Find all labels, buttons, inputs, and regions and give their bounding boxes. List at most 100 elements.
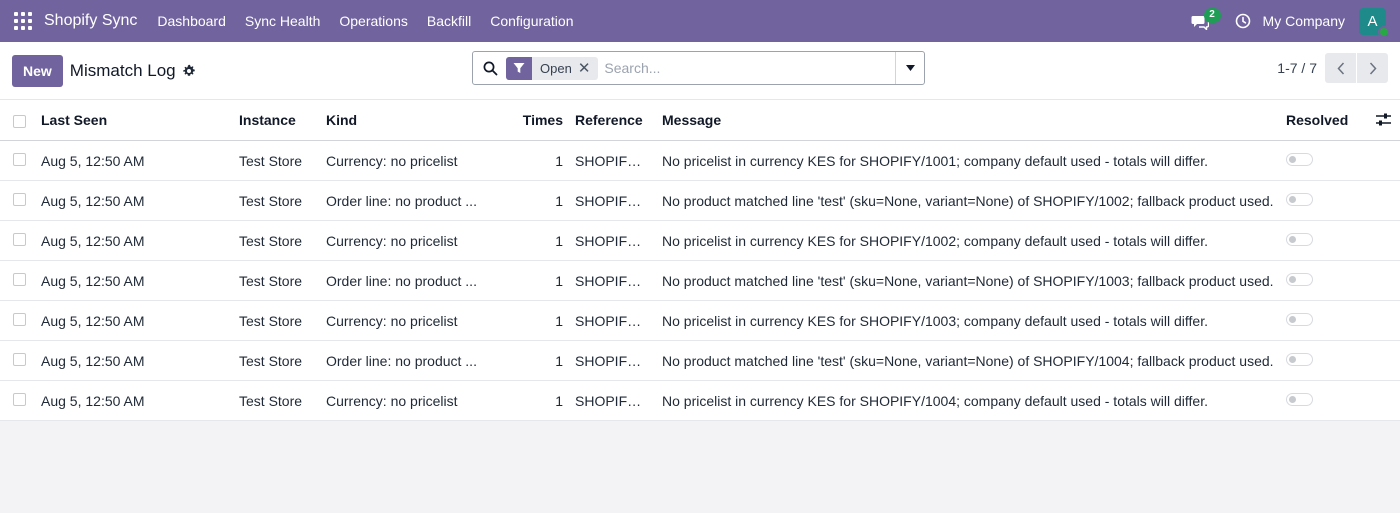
messages-count-badge: 2 bbox=[1203, 8, 1221, 23]
cell-last-seen: Aug 5, 12:50 AM bbox=[35, 300, 233, 341]
cell-times: 1 bbox=[510, 300, 569, 341]
column-header-reference[interactable]: Reference bbox=[569, 100, 656, 141]
cell-message: No pricelist in currency KES for SHOPIFY… bbox=[656, 220, 1280, 261]
column-header-last-seen[interactable]: Last Seen bbox=[35, 100, 233, 141]
main-menu: Dashboard Sync Health Operations Backfil… bbox=[157, 13, 573, 29]
column-header-message[interactable]: Message bbox=[656, 100, 1280, 141]
cell-kind: Currency: no pricelist bbox=[320, 140, 510, 181]
search-bar: Open ✕ bbox=[472, 51, 925, 85]
cell-last-seen: Aug 5, 12:50 AM bbox=[35, 140, 233, 181]
table-row[interactable]: Aug 5, 12:50 AM Test Store Currency: no pr… bbox=[0, 300, 1400, 341]
cell-last-seen: Aug 5, 12:50 AM bbox=[35, 340, 233, 381]
cell-reference: SHOPIFY/... bbox=[569, 300, 656, 341]
cell-reference: SHOPIFY/... bbox=[569, 180, 656, 221]
resolved-toggle[interactable] bbox=[1286, 312, 1313, 326]
cell-message: No product matched line 'test' (sku=None… bbox=[656, 260, 1280, 301]
cell-reference: SHOPIFY/... bbox=[569, 220, 656, 261]
table-row[interactable]: Aug 5, 12:50 AM Test Store Currency: no pr… bbox=[0, 220, 1400, 261]
table-row[interactable]: Aug 5, 12:50 AM Test Store Currency: no pr… bbox=[0, 140, 1400, 181]
facet-label: Open bbox=[540, 60, 572, 76]
row-checkbox[interactable] bbox=[13, 392, 26, 406]
user-avatar[interactable]: A bbox=[1359, 7, 1390, 38]
cell-kind: Currency: no pricelist bbox=[320, 380, 510, 421]
cell-times: 1 bbox=[510, 340, 569, 381]
cell-instance: Test Store bbox=[233, 300, 320, 341]
clock-icon[interactable] bbox=[1235, 13, 1251, 29]
menu-item-sync-health[interactable]: Sync Health bbox=[245, 13, 320, 29]
new-button[interactable]: New bbox=[12, 54, 63, 87]
cell-instance: Test Store bbox=[233, 180, 320, 221]
cell-reference: SHOPIFY/... bbox=[569, 140, 656, 181]
list-view: Last Seen Instance Kind Times Reference … bbox=[0, 100, 1400, 421]
avatar-letter: A bbox=[1367, 12, 1378, 30]
menu-item-dashboard[interactable]: Dashboard bbox=[157, 13, 226, 29]
table-row[interactable]: Aug 5, 12:50 AM Test Store Currency: no pr… bbox=[0, 380, 1400, 421]
cell-message: No product matched line 'test' (sku=None… bbox=[656, 340, 1280, 381]
filter-icon bbox=[506, 56, 532, 80]
control-panel: New Mismatch Log Open ✕ 1-7 / 7 bbox=[0, 42, 1400, 100]
row-checkbox[interactable] bbox=[13, 232, 26, 246]
cell-message: No pricelist in currency KES for SHOPIFY… bbox=[656, 140, 1280, 181]
cell-instance: Test Store bbox=[233, 340, 320, 381]
search-options-toggle[interactable] bbox=[895, 52, 924, 84]
search-icon bbox=[483, 61, 498, 76]
pager-next-button[interactable] bbox=[1357, 53, 1388, 83]
resolved-toggle[interactable] bbox=[1286, 192, 1313, 206]
menu-item-configuration[interactable]: Configuration bbox=[490, 13, 573, 29]
cell-reference: SHOPIFY/... bbox=[569, 260, 656, 301]
sliders-icon[interactable] bbox=[1373, 113, 1394, 126]
filter-facet-open: Open ✕ bbox=[506, 56, 599, 80]
caret-down-icon bbox=[905, 65, 915, 71]
app-name[interactable]: Shopify Sync bbox=[44, 12, 137, 30]
cell-instance: Test Store bbox=[233, 220, 320, 261]
resolved-toggle[interactable] bbox=[1286, 352, 1313, 366]
pager-value[interactable]: 1-7 / 7 bbox=[1277, 60, 1317, 76]
cell-kind: Currency: no pricelist bbox=[320, 300, 510, 341]
cell-reference: SHOPIFY/... bbox=[569, 340, 656, 381]
cell-times: 1 bbox=[510, 380, 569, 421]
page-title: Mismatch Log bbox=[69, 60, 176, 80]
row-checkbox[interactable] bbox=[13, 152, 26, 166]
row-checkbox[interactable] bbox=[13, 272, 26, 286]
menu-item-backfill[interactable]: Backfill bbox=[427, 13, 471, 29]
systray: 2 My Company A bbox=[1191, 0, 1400, 42]
table-row[interactable]: Aug 5, 12:50 AM Test Store Order line: no … bbox=[0, 180, 1400, 221]
messages-button[interactable]: 2 bbox=[1191, 8, 1221, 32]
column-header-times[interactable]: Times bbox=[510, 100, 569, 141]
gear-icon[interactable] bbox=[182, 64, 196, 78]
menu-item-operations[interactable]: Operations bbox=[339, 13, 407, 29]
cell-message: No pricelist in currency KES for SHOPIFY… bbox=[656, 380, 1280, 421]
chevron-left-icon bbox=[1336, 61, 1344, 75]
cell-reference: SHOPIFY/... bbox=[569, 380, 656, 421]
cell-last-seen: Aug 5, 12:50 AM bbox=[35, 380, 233, 421]
table-row[interactable]: Aug 5, 12:50 AM Test Store Order line: no … bbox=[0, 340, 1400, 381]
cell-times: 1 bbox=[510, 140, 569, 181]
resolved-toggle[interactable] bbox=[1286, 232, 1313, 246]
mismatch-log-table: Last Seen Instance Kind Times Reference … bbox=[0, 100, 1400, 421]
resolved-toggle[interactable] bbox=[1286, 272, 1313, 286]
column-header-kind[interactable]: Kind bbox=[320, 100, 510, 141]
cell-kind: Currency: no pricelist bbox=[320, 220, 510, 261]
company-switcher[interactable]: My Company bbox=[1263, 13, 1345, 29]
row-checkbox[interactable] bbox=[13, 352, 26, 366]
table-row[interactable]: Aug 5, 12:50 AM Test Store Order line: no … bbox=[0, 260, 1400, 301]
row-checkbox[interactable] bbox=[13, 192, 26, 206]
cell-last-seen: Aug 5, 12:50 AM bbox=[35, 260, 233, 301]
pager: 1-7 / 7 bbox=[1277, 53, 1388, 83]
row-checkbox[interactable] bbox=[13, 312, 26, 326]
cell-instance: Test Store bbox=[233, 380, 320, 421]
column-header-instance[interactable]: Instance bbox=[233, 100, 320, 141]
select-all-checkbox[interactable] bbox=[13, 114, 26, 128]
top-navbar: Shopify Sync Dashboard Sync Health Opera… bbox=[0, 0, 1400, 42]
search-input[interactable] bbox=[604, 60, 885, 76]
close-icon[interactable]: ✕ bbox=[578, 57, 599, 80]
column-header-resolved[interactable]: Resolved bbox=[1280, 100, 1367, 141]
cell-kind: Order line: no product ... bbox=[320, 340, 510, 381]
table-header-row: Last Seen Instance Kind Times Reference … bbox=[0, 100, 1400, 141]
cell-times: 1 bbox=[510, 260, 569, 301]
resolved-toggle[interactable] bbox=[1286, 392, 1313, 406]
resolved-toggle[interactable] bbox=[1286, 152, 1313, 166]
cell-instance: Test Store bbox=[233, 140, 320, 181]
apps-grid-icon[interactable] bbox=[14, 12, 32, 30]
pager-previous-button[interactable] bbox=[1325, 53, 1356, 83]
